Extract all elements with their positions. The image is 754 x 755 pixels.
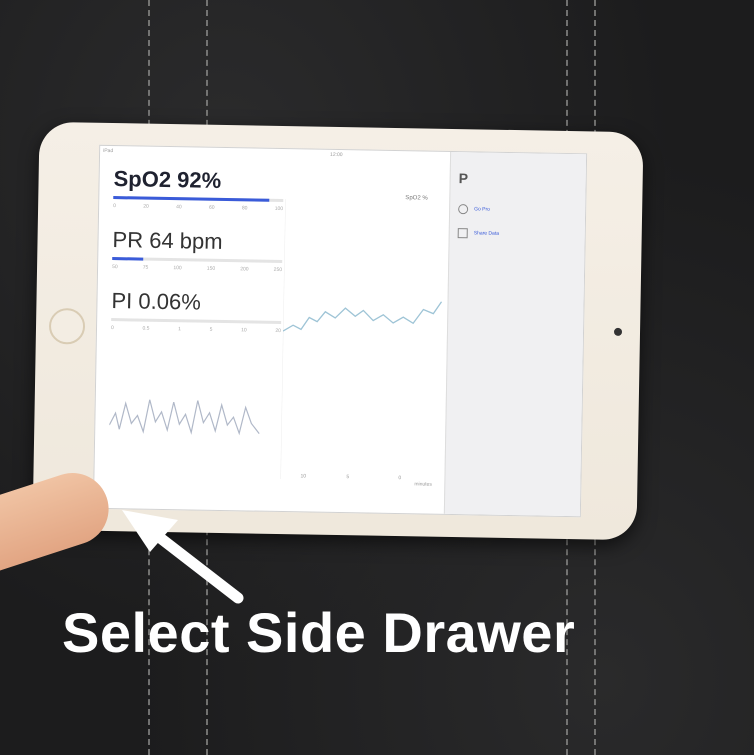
tick-label: 5 xyxy=(209,326,213,333)
tick-label: 20 xyxy=(275,327,281,335)
x-tick-label: 10 xyxy=(300,473,307,480)
pr-value: PR 64 bpm xyxy=(112,227,223,254)
trend-line xyxy=(282,301,443,332)
pr-block: PR 64 bpm 50 75 100 150 200 250 xyxy=(112,227,283,273)
pi-bar xyxy=(111,318,282,325)
drawer-title: P xyxy=(458,170,469,187)
camera-icon xyxy=(613,327,623,336)
tick-label: 0 xyxy=(110,325,114,332)
tablet-screen: iPad 12:00 100% SpO2 92% 020406080100 PR… xyxy=(92,144,588,518)
spo2-block: SpO2 92% 0 20 40 60 80 100 xyxy=(113,166,284,212)
x-axis-label: minutes xyxy=(414,481,432,488)
tick-label: 0.5 xyxy=(142,325,150,332)
pr-bar-fill xyxy=(112,257,143,261)
tick-label: 50 xyxy=(112,264,118,271)
spo2-ticks: 0 20 40 60 80 100 xyxy=(113,203,283,212)
trend-chart: SpO2 % 10 5 0 minutes xyxy=(279,195,445,502)
x-tick-label: 0 xyxy=(398,475,402,482)
tick-label: 200 xyxy=(240,266,249,273)
share-icon xyxy=(457,228,468,239)
tick-label: 75 xyxy=(142,264,149,271)
tick-label: 20 xyxy=(143,203,149,210)
tick-label: 250 xyxy=(273,266,283,274)
drawer-item-label: Share Data xyxy=(473,230,500,237)
tick-label: 10 xyxy=(241,327,247,334)
tick-label: 60 xyxy=(208,204,215,211)
tick-label: 100 xyxy=(173,265,182,272)
drawer-item-share-data[interactable]: Share Data xyxy=(457,228,500,239)
spo2-bar-fill xyxy=(113,196,270,202)
trend-chart-svg xyxy=(279,199,443,480)
pi-ticks: 0 0.5 1 5 10 20 xyxy=(111,325,281,334)
tick-label: 80 xyxy=(241,205,248,212)
tick-label: 100 xyxy=(274,205,284,213)
status-carrier: iPad xyxy=(103,147,114,155)
pi-value: PI 0.06% xyxy=(111,288,201,315)
drawer-item-go-pro[interactable]: Go Pro xyxy=(458,204,490,215)
home-button[interactable] xyxy=(48,307,86,345)
pleth-waveform xyxy=(108,399,260,436)
drawer-item-label: Go Pro xyxy=(474,206,491,213)
spo2-value: SpO2 92% xyxy=(113,166,222,193)
status-time: 12:00 xyxy=(330,151,343,159)
tick-label: 1 xyxy=(178,326,181,333)
metrics-panel: SpO2 92% 0 20 40 60 80 100 PR 64 bpm 50 75 100 1… xyxy=(108,166,284,453)
side-drawer[interactable]: P Go Pro Share Data xyxy=(443,151,588,517)
tick-label: 150 xyxy=(206,265,216,272)
tick-label: 0 xyxy=(113,203,116,210)
spo2-bar xyxy=(113,196,284,203)
x-tick-label: 5 xyxy=(346,474,350,481)
pi-block: PI 0.06% 0 0.5 1 5 10 20 xyxy=(111,288,282,334)
tablet-device: iPad 12:00 100% SpO2 92% 020406080100 PR… xyxy=(32,121,644,541)
pr-bar xyxy=(112,257,283,264)
series-label: SpO2 % xyxy=(405,195,428,202)
pleth-wave-line xyxy=(108,399,260,436)
caption-text: Select Side Drawer xyxy=(62,601,576,664)
tick-label: 40 xyxy=(176,204,182,211)
pr-ticks: 50 75 100 150 200 250 xyxy=(112,264,282,273)
gift-icon xyxy=(458,204,469,215)
